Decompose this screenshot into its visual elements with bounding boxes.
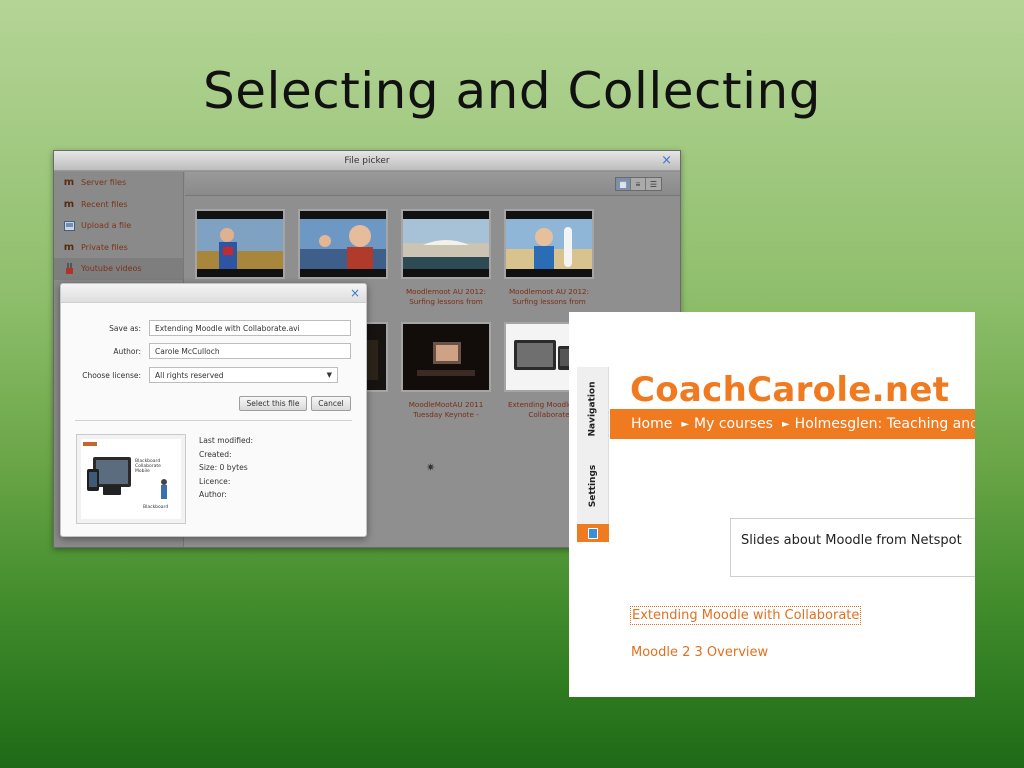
video-thumbnail-image [401, 209, 491, 279]
repo-recent-files[interactable]: m Recent files [54, 194, 183, 216]
resource-link-collaborate[interactable]: Extending Moodle with Collaborate [630, 606, 862, 625]
last-modified-label: Last modified: [199, 436, 254, 445]
dock-toggle-icon[interactable] [577, 524, 609, 542]
breadcrumb-separator-icon: ► [781, 418, 790, 430]
section-summary: Slides about Moodle from Netspot [730, 518, 975, 577]
upload-icon [63, 220, 75, 231]
license-label: Choose license: [82, 371, 141, 380]
close-icon[interactable]: × [661, 152, 672, 170]
file-select-dialog: × Save as: Extending Moodle with Collabo… [60, 283, 367, 537]
preview-title: Blackboard Collaborate Mobile [135, 459, 161, 474]
file-thumbnail[interactable]: Moodlemoot AU 2012: Surfing lessons from [504, 209, 594, 307]
breadcrumb-course[interactable]: Holmesglen: Teaching and [795, 416, 975, 432]
license-value: All rights reserved [155, 371, 224, 380]
resource-link-overview[interactable]: Moodle 2 3 Overview [631, 645, 768, 660]
repo-label: Upload a file [81, 221, 132, 231]
file-thumbnail[interactable] [195, 209, 285, 287]
breadcrumb-my-courses[interactable]: My courses [694, 416, 773, 432]
file-caption: Moodlemoot AU 2012: Surfing lessons from [508, 287, 590, 306]
moodle-icon: m [63, 177, 75, 189]
video-thumbnail-image [298, 209, 388, 279]
tree-view-icon[interactable]: ☰ [646, 178, 661, 190]
size-label: Size: 0 bytes [199, 463, 248, 472]
cancel-button[interactable]: Cancel [311, 396, 351, 411]
repo-label: Server files [81, 178, 127, 188]
chevron-down-icon: ▼ [326, 371, 332, 379]
file-caption: Moodlemoot AU 2012: Surfing lessons from [405, 287, 487, 306]
save-as-label: Save as: [109, 324, 141, 333]
dock-tab-label: Settings [588, 464, 599, 508]
dialog-divider [75, 420, 352, 421]
close-icon[interactable]: × [350, 285, 360, 301]
license-row: Choose license: All rights reserved ▼ [61, 367, 368, 384]
icons-view-icon[interactable]: ▦ [616, 178, 631, 190]
loading-spinner-icon: ✷ [426, 462, 436, 474]
file-picker-titlebar: File picker × [54, 151, 680, 171]
file-thumbnail[interactable]: MoodleMootAU 2011 Tuesday Keynote - [401, 322, 491, 420]
repo-label: Private files [81, 242, 128, 252]
repo-label: Youtube videos [81, 264, 142, 274]
list-view-icon[interactable]: ≡ [631, 178, 646, 190]
dock-tab-navigation[interactable]: Navigation [577, 367, 609, 451]
repo-label: Recent files [81, 199, 128, 209]
author-row: Author: Carole McCulloch [61, 343, 368, 360]
coachcarole-page: Navigation Settings CoachCarole.net Home… [569, 312, 975, 697]
dock-tab-settings[interactable]: Settings [577, 451, 609, 521]
video-thumbnail-image [195, 209, 285, 279]
preview-brand: Blackboard [143, 505, 169, 510]
select-file-button[interactable]: Select this file [239, 396, 307, 411]
video-thumbnail-image [504, 209, 594, 279]
save-as-row: Save as: Extending Moodle with Collabora… [61, 320, 368, 337]
side-dock: Navigation Settings [577, 367, 609, 542]
repo-youtube-videos[interactable]: Youtube videos [54, 258, 183, 280]
file-picker-title: File picker [344, 156, 390, 166]
repo-private-files[interactable]: m Private files [54, 237, 183, 259]
dock-tab-label: Navigation [588, 381, 598, 437]
moodle-icon: m [63, 198, 75, 210]
breadcrumb-separator-icon: ► [681, 418, 690, 430]
slide-title: Selecting and Collecting [203, 62, 821, 120]
preview-image: Blackboard Collaborate Mobile Blackboard [81, 439, 181, 519]
breadcrumb: Home ► My courses ► Holmesglen: Teaching… [610, 409, 975, 439]
site-logo[interactable]: CoachCarole.net [630, 370, 949, 410]
view-mode-switcher: ▦ ≡ ☰ [615, 177, 662, 191]
moodle-icon: m [63, 241, 75, 253]
license-select[interactable]: All rights reserved ▼ [149, 367, 338, 383]
video-thumbnail-image [401, 322, 491, 392]
licence-label: Licence: [199, 476, 231, 486]
breadcrumb-home[interactable]: Home [631, 416, 672, 432]
created-label: Created: [199, 449, 232, 459]
file-caption: MoodleMootAU 2011 Tuesday Keynote - [408, 400, 484, 419]
repo-upload-file[interactable]: Upload a file [54, 215, 183, 237]
dialog-header: × [61, 284, 366, 303]
repo-server-files[interactable]: m Server files [54, 172, 183, 194]
file-picker-toolbar: ▦ ≡ ☰ [185, 172, 680, 196]
author-label: Author: [113, 347, 141, 356]
file-thumbnail[interactable]: Moodlemoot AU 2012: Surfing lessons from [401, 209, 491, 307]
youtube-icon [63, 263, 75, 275]
author-input[interactable]: Carole McCulloch [149, 343, 351, 359]
file-metadata: Last modified: Created: Size: 0 bytes Li… [199, 434, 253, 502]
file-preview: Blackboard Collaborate Mobile Blackboard [76, 434, 186, 524]
author-meta-label: Author: [199, 490, 227, 499]
save-as-input[interactable]: Extending Moodle with Collaborate.avi [149, 320, 351, 336]
